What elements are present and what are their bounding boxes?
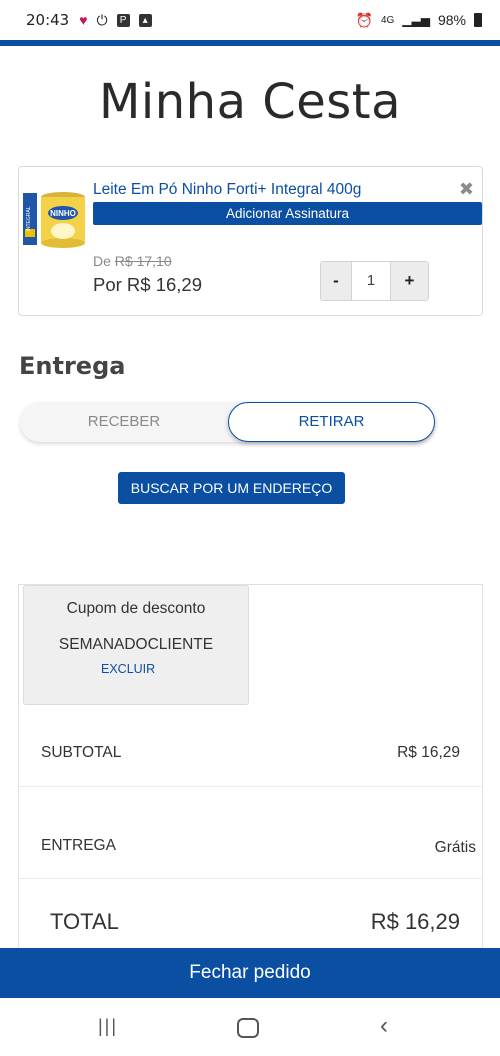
subtotal-value: R$ 16,29 xyxy=(397,744,460,761)
delivery-toggle: RECEBER RETIRAR xyxy=(20,402,435,442)
coupon-code: SEMANADOCLIENTE xyxy=(58,636,214,653)
alarm-icon: ⏰ xyxy=(355,11,373,28)
close-icon[interactable]: ✖ xyxy=(459,179,474,200)
quantity-stepper: - 1 + xyxy=(320,261,429,301)
total-label: TOTAL xyxy=(50,909,119,934)
current-price: Por R$ 16,29 xyxy=(93,274,203,295)
signal-icon: ▁▃▅ xyxy=(402,13,430,27)
add-subscription-button[interactable]: Adicionar Assinatura xyxy=(93,202,482,225)
subtotal-label: SUBTOTAL xyxy=(41,744,122,761)
svg-text:INTEGRAL: INTEGRAL xyxy=(26,206,32,231)
page-title: Minha Cesta xyxy=(98,74,402,130)
home-icon[interactable] xyxy=(237,1018,259,1038)
heart-icon: ♥ xyxy=(79,12,88,28)
quantity-input[interactable]: 1 xyxy=(351,262,391,300)
svg-text:NINHO: NINHO xyxy=(50,209,76,218)
coupon-box: Cupom de desconto SEMANADOCLIENTE EXCLUI… xyxy=(23,585,249,705)
decrease-quantity-button[interactable]: - xyxy=(321,262,351,300)
delivery-value: Grátis xyxy=(434,839,476,856)
option-receive[interactable]: RECEBER xyxy=(20,402,228,442)
status-time: 20:43 xyxy=(26,11,70,29)
image-icon: ▴ xyxy=(138,13,152,27)
old-price-prefix: De xyxy=(93,253,111,269)
battery-percent: 98% xyxy=(437,12,466,28)
divider xyxy=(19,786,482,787)
recent-apps-icon[interactable]: ||| xyxy=(98,1016,118,1037)
old-price: De R$ 17,10 xyxy=(93,253,172,269)
old-price-value: R$ 17,10 xyxy=(114,253,172,269)
product-image[interactable]: INTEGRAL NINHO xyxy=(23,189,87,251)
battery-icon xyxy=(474,13,482,27)
option-pickup[interactable]: RETIRAR xyxy=(228,402,435,442)
system-nav-bar: ||| ‹ xyxy=(0,998,500,1056)
status-right: ⏰ 4G ▁▃▅ 98% xyxy=(355,11,482,29)
delivery-label: ENTREGA xyxy=(41,837,116,854)
remove-coupon-link[interactable]: EXCLUIR xyxy=(101,662,155,676)
order-summary: Cupom de desconto SEMANADOCLIENTE EXCLUI… xyxy=(18,584,483,964)
delivery-title: Entrega xyxy=(19,352,126,380)
parking-icon: P xyxy=(116,13,130,27)
coupon-title: Cupom de desconto xyxy=(66,600,206,617)
product-name-link[interactable]: Leite Em Pó Ninho Forti+ Integral 400g xyxy=(93,181,361,199)
divider xyxy=(19,878,482,879)
checkout-button[interactable]: Fechar pedido xyxy=(0,948,500,998)
cart-item: INTEGRAL NINHO Leite Em Pó Ninho Forti+ … xyxy=(18,166,483,316)
search-address-button[interactable]: BUSCAR POR UM ENDEREÇO xyxy=(118,472,345,504)
header-accent-bar xyxy=(0,40,500,46)
status-bar: 20:43 ♥ ⏻ P ▴ ⏰ 4G ▁▃▅ 98% xyxy=(0,0,500,40)
network-label: 4G xyxy=(380,14,395,26)
total-value: R$ 16,29 xyxy=(370,909,460,934)
download-icon: ⏻ xyxy=(96,12,108,28)
increase-quantity-button[interactable]: + xyxy=(391,262,428,300)
back-icon[interactable]: ‹ xyxy=(380,1012,388,1040)
